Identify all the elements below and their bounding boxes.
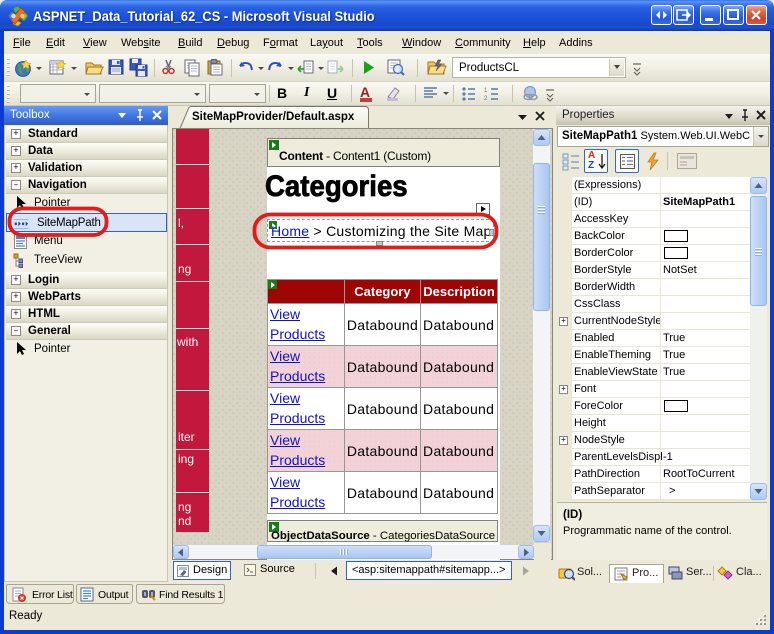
svg-text:1: 1 [484, 88, 488, 94]
svg-text:2: 2 [484, 96, 488, 101]
